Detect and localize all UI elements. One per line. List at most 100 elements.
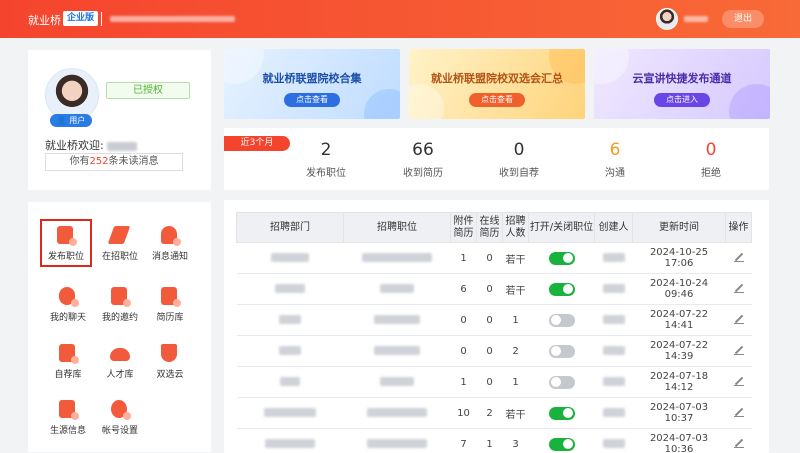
cell-headcount: 2: [502, 335, 529, 367]
banner-enter-button[interactable]: 点击进入: [654, 93, 710, 107]
func-my-invites[interactable]: 我的邀约: [94, 282, 146, 330]
func-dual-selection-cloud[interactable]: 双选云: [144, 339, 196, 387]
table-row[interactable]: 7 1 3 2024-07-03 10:36: [236, 428, 752, 453]
cell-online-resumes: 0: [476, 273, 503, 305]
func-label: 消息通知: [151, 252, 188, 262]
welcome-label: 就业桥欢迎:: [45, 139, 104, 152]
cell-action: [725, 242, 752, 274]
func-student-source[interactable]: 生源信息: [42, 395, 94, 443]
func-self-rec-library[interactable]: 自荐库: [42, 339, 94, 387]
cell-update-time: 2024-07-22 14:41: [632, 304, 726, 336]
cell-creator: [594, 366, 633, 398]
cell-position[interactable]: [343, 273, 451, 305]
cell-update-time: 2024-07-18 14:12: [632, 366, 726, 398]
job-open-toggle[interactable]: [548, 251, 575, 265]
avatar[interactable]: [656, 8, 678, 30]
divider: [101, 12, 102, 26]
cell-action: [725, 304, 752, 336]
col-header: 附件简历: [450, 212, 477, 243]
edit-icon[interactable]: [733, 376, 744, 386]
cell-online-resumes: 0: [476, 335, 503, 367]
func-active-jobs[interactable]: 在招职位: [94, 221, 146, 269]
stat-label: 拒绝: [701, 168, 721, 179]
func-account-settings[interactable]: 帐号设置: [94, 395, 146, 443]
table-header-row: 招聘部门 招聘职位 附件简历 在线简历 招聘人数 打开/关闭职位 创建人 更新时…: [236, 212, 752, 243]
cell-action: [725, 366, 752, 398]
cell-department: [236, 242, 344, 274]
banner-job-fairs[interactable]: 就业桥联盟院校双选会汇总 点击查看: [409, 49, 585, 119]
user-tag-label: 用户: [69, 116, 86, 125]
table-row[interactable]: 6 0 若干 2024-10-24 09:46: [236, 273, 752, 305]
job-open-toggle[interactable]: [548, 437, 575, 451]
func-label: 生源信息: [49, 426, 86, 436]
cell-department: [236, 273, 344, 305]
cell-headcount: 3: [502, 428, 529, 453]
cell-creator: [594, 304, 633, 336]
cell-creator: [594, 335, 633, 367]
stat-rejections[interactable]: 0 拒绝: [666, 140, 756, 179]
cell-position[interactable]: [343, 397, 451, 429]
job-open-toggle[interactable]: [548, 406, 575, 420]
unread-suffix: 条未读消息: [108, 156, 159, 167]
cell-toggle: [528, 335, 595, 367]
job-open-toggle[interactable]: [548, 344, 575, 358]
cell-attachment-resumes: 10: [450, 397, 477, 429]
job-table: 招聘部门 招聘职位 附件简历 在线简历 招聘人数 打开/关闭职位 创建人 更新时…: [236, 212, 752, 453]
table-row[interactable]: 10 2 若干 2024-07-03 10:37: [236, 397, 752, 429]
cell-attachment-resumes: 1: [450, 242, 477, 274]
func-resume-library[interactable]: 简历库: [144, 282, 196, 330]
stat-posted-jobs[interactable]: 2 发布职位: [281, 140, 371, 179]
cell-creator: [594, 397, 633, 429]
cell-online-resumes: 0: [476, 242, 503, 274]
banner-title: 云宣讲快捷发布通道: [632, 72, 732, 85]
col-header: 招聘部门: [236, 212, 344, 243]
table-row[interactable]: 1 0 1 2024-07-18 14:12: [236, 366, 752, 398]
cell-position[interactable]: [343, 366, 451, 398]
banner-view-button[interactable]: 点击查看: [469, 93, 525, 107]
stat-self-recommendations[interactable]: 0 收到自荐: [474, 140, 564, 179]
stat-label: 收到自荐: [499, 168, 539, 179]
banner-cloud-presentation[interactable]: 云宣讲快捷发布通道 点击进入: [594, 49, 770, 119]
func-my-chats[interactable]: 我的聊天: [42, 282, 94, 330]
stat-label: 沟通: [605, 168, 625, 179]
banner-decoration: [364, 89, 400, 119]
col-header: 在线简历: [476, 212, 503, 243]
job-open-toggle[interactable]: [548, 282, 575, 296]
cell-headcount: 1: [502, 366, 529, 398]
edit-icon[interactable]: [733, 252, 744, 262]
cell-headcount: 若干: [502, 273, 529, 305]
cell-creator: [594, 428, 633, 453]
table-row[interactable]: 0 0 1 2024-07-22 14:41: [236, 304, 752, 336]
banner-alliance-schools[interactable]: 就业桥联盟院校合集 点击查看: [224, 49, 400, 119]
cell-position[interactable]: [343, 428, 451, 453]
cell-position[interactable]: [343, 335, 451, 367]
unread-messages-link[interactable]: 你有252条未读消息: [45, 153, 183, 171]
func-notifications[interactable]: 消息通知: [144, 221, 196, 269]
edit-icon[interactable]: [733, 345, 744, 355]
job-open-toggle[interactable]: [548, 375, 575, 389]
top-bar: 就业桥 企业版 退出: [0, 0, 800, 38]
banner-decoration: [729, 84, 770, 119]
table-row[interactable]: 0 0 2 2024-07-22 14:39: [236, 335, 752, 367]
job-open-toggle[interactable]: [548, 313, 575, 327]
banner-view-button[interactable]: 点击查看: [284, 93, 340, 107]
stats-panel: 近3个月 2 发布职位 66 收到简历 0 收到自荐 6 沟通 0 拒绝: [224, 128, 769, 190]
func-post-job[interactable]: 发布职位: [40, 219, 92, 267]
unread-prefix: 你有: [69, 156, 90, 167]
stat-received-resumes[interactable]: 66 收到简历: [378, 140, 468, 179]
edit-icon[interactable]: [733, 438, 744, 448]
cell-action: [725, 335, 752, 367]
cell-position[interactable]: [343, 304, 451, 336]
func-talent-pool[interactable]: 人才库: [94, 339, 146, 387]
stat-value: 66: [412, 140, 434, 160]
logout-button[interactable]: 退出: [722, 10, 764, 28]
edition-badge: 企业版: [63, 11, 99, 26]
cloud-icon: [109, 342, 131, 364]
edit-icon[interactable]: [733, 314, 744, 324]
cell-position[interactable]: [343, 242, 451, 274]
stat-communications[interactable]: 6 沟通: [570, 140, 660, 179]
func-label: 我的聊天: [49, 313, 86, 323]
edit-icon[interactable]: [733, 283, 744, 293]
table-row[interactable]: 1 0 若干 2024-10-25 17:06: [236, 242, 752, 274]
edit-icon[interactable]: [733, 407, 744, 417]
